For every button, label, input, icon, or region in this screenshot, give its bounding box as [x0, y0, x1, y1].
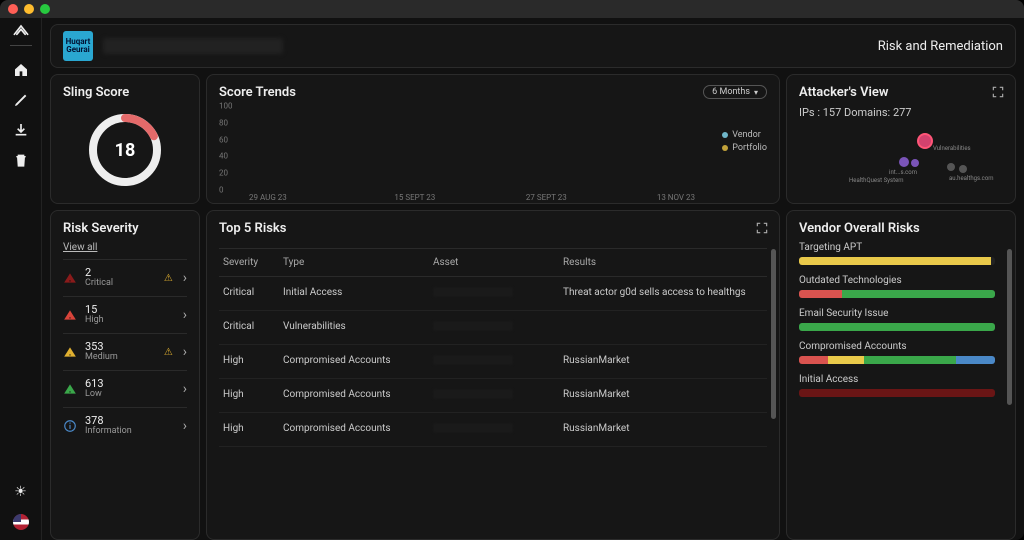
warning-icon: ⚠ — [164, 273, 173, 284]
attack-graph[interactable]: Vulnerabilities int...s.com au.healthgs.… — [799, 127, 1003, 187]
chevron-right-icon: › — [183, 270, 187, 286]
vendor-risk-label: Outdated Technologies — [799, 275, 995, 286]
vendor-risk-bar — [799, 323, 995, 331]
info-icon — [63, 419, 77, 433]
vendor-risk-label: Email Security Issue — [799, 308, 995, 319]
view-all-link[interactable]: View all — [63, 242, 187, 253]
table-row[interactable]: CriticalVulnerabilities — [219, 311, 767, 345]
vendor-risk-bar — [799, 290, 995, 298]
severity-triangle-icon — [63, 271, 77, 285]
sling-score-value: 18 — [86, 111, 164, 189]
app-logo-icon[interactable] — [10, 24, 32, 46]
chevron-right-icon: › — [183, 381, 187, 397]
theme-sun-icon[interactable]: ☀ — [13, 484, 29, 500]
severity-item[interactable]: 613Low› — [63, 370, 187, 407]
risk-severity-title: Risk Severity — [63, 221, 187, 236]
score-trends-chart: 100 80 60 40 20 0 29 AUG 23 15 SEPT 23 2… — [219, 106, 767, 190]
chevron-down-icon: ▾ — [754, 88, 758, 97]
vendor-risk-bar — [799, 356, 995, 364]
window-max-dot[interactable] — [40, 4, 50, 14]
scrollbar[interactable] — [771, 249, 776, 533]
attackers-view-title: Attacker's View — [799, 85, 1003, 100]
risks-table-header: Severity Type Asset Results — [219, 248, 767, 277]
chevron-right-icon: › — [183, 418, 187, 434]
severity-triangle-icon — [63, 382, 77, 396]
score-trends-title: Score Trends — [219, 85, 767, 100]
table-row[interactable]: HighCompromised AccountsRussianMarket — [219, 379, 767, 413]
vendor-risks-card: Vendor Overall Risks Targeting APT Outdat… — [786, 210, 1016, 540]
vendor-risks-title: Vendor Overall Risks — [799, 221, 1003, 236]
pencil-icon[interactable] — [13, 92, 29, 108]
warning-icon: ⚠ — [164, 347, 173, 358]
severity-triangle-icon — [63, 345, 77, 359]
severity-item[interactable]: 353Medium⚠› — [63, 333, 187, 370]
vendor-risk-bar — [799, 389, 995, 397]
window-titlebar — [0, 0, 1024, 18]
vendor-risk-item: Outdated Technologies — [799, 275, 995, 298]
table-row[interactable]: CriticalInitial AccessThreat actor g0d s… — [219, 277, 767, 311]
sling-score-title: Sling Score — [63, 85, 187, 100]
vendor-risk-item: Compromised Accounts — [799, 341, 995, 364]
nav-rail: ☀ — [0, 18, 42, 540]
page-title: Risk and Remediation — [878, 39, 1003, 54]
top-risks-title: Top 5 Risks — [219, 221, 767, 236]
locale-flag-us-icon[interactable] — [13, 514, 29, 530]
vendor-risk-label: Targeting APT — [799, 242, 995, 253]
download-icon[interactable] — [13, 122, 29, 138]
attackers-view-stats: IPs : 157 Domains: 277 — [799, 106, 1003, 119]
table-row[interactable]: HighCompromised AccountsRussianMarket — [219, 413, 767, 447]
trends-range-dropdown[interactable]: 6 Months ▾ — [703, 85, 767, 99]
trash-icon[interactable] — [13, 152, 29, 168]
vendor-logo: HuqartGeurai — [63, 31, 93, 61]
table-row[interactable]: HighCompromised AccountsRussianMarket — [219, 345, 767, 379]
expand-icon[interactable] — [991, 85, 1005, 99]
chevron-right-icon: › — [183, 307, 187, 323]
score-trends-card: Score Trends 6 Months ▾ 100 80 60 40 20 … — [206, 74, 780, 204]
severity-item[interactable]: 15High› — [63, 296, 187, 333]
vendor-risk-bar — [799, 257, 995, 265]
severity-triangle-icon — [63, 308, 77, 322]
trends-legend: Vendor Portfolio — [722, 130, 767, 156]
vendor-risk-label: Compromised Accounts — [799, 341, 995, 352]
vendor-risk-item: Initial Access — [799, 374, 995, 397]
scrollbar[interactable] — [1007, 249, 1012, 533]
vendor-risk-label: Initial Access — [799, 374, 995, 385]
page-header: HuqartGeurai Risk and Remediation — [50, 24, 1016, 68]
vendor-risk-item: Targeting APT — [799, 242, 995, 265]
sling-score-card: Sling Score 18 — [50, 74, 200, 204]
attackers-view-card: Attacker's View IPs : 157 Domains: 277 V… — [786, 74, 1016, 204]
chevron-right-icon: › — [183, 344, 187, 360]
window-close-dot[interactable] — [8, 4, 18, 14]
expand-icon[interactable] — [755, 221, 769, 235]
sling-score-donut: 18 — [86, 111, 164, 189]
severity-item[interactable]: 378Information› — [63, 407, 187, 444]
risk-severity-card: Risk Severity View all 2Critical⚠›15High… — [50, 210, 200, 540]
vendor-risk-item: Email Security Issue — [799, 308, 995, 331]
top-risks-card: Top 5 Risks Severity Type Asset Results … — [206, 210, 780, 540]
severity-item[interactable]: 2Critical⚠› — [63, 259, 187, 296]
home-icon[interactable] — [13, 62, 29, 78]
window-min-dot[interactable] — [24, 4, 34, 14]
vendor-name-redacted — [103, 38, 283, 54]
